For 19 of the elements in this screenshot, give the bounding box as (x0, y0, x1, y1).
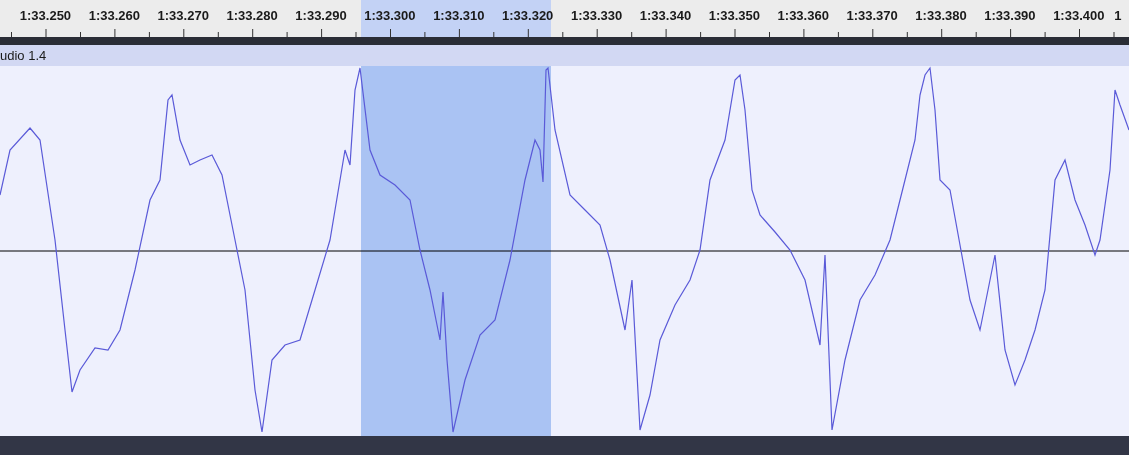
time-label: 1:33.320 (501, 7, 555, 25)
time-label: 1:33.260 (87, 7, 141, 25)
time-label: 1:33.330 (569, 7, 624, 25)
time-label: 1:33.250 (18, 7, 73, 25)
track-name: udio 1.4 (0, 46, 47, 65)
time-label: 1:33.370 (845, 7, 899, 25)
time-label: 1:33.350 (707, 7, 761, 25)
time-label: 1:33.400 (1052, 7, 1106, 25)
time-label: 1:33.310 (432, 7, 486, 25)
time-label: 1:33.380 (914, 7, 968, 25)
time-label: 1 (1113, 7, 1122, 25)
time-label: 1:33.270 (156, 7, 210, 25)
time-label: 1:33.280 (225, 7, 279, 25)
time-label: 1:33.360 (776, 7, 830, 25)
timeline-ruler[interactable]: 1:33.250 1:33.260 1:33.270 1:33.280 1:33.290 1:33.300 1:33.310 1:33.320 1:33.330 1:33.340 1:33.350 1:33.360 1:33.370 1:33.380 1:33.390 1:33.400 1 (0, 0, 1129, 37)
time-label: 1:33.300 (363, 7, 417, 25)
time-label: 1:33.390 (983, 7, 1037, 25)
time-label: 1:33.340 (638, 7, 693, 25)
time-label: 1:33.290 (294, 7, 348, 25)
